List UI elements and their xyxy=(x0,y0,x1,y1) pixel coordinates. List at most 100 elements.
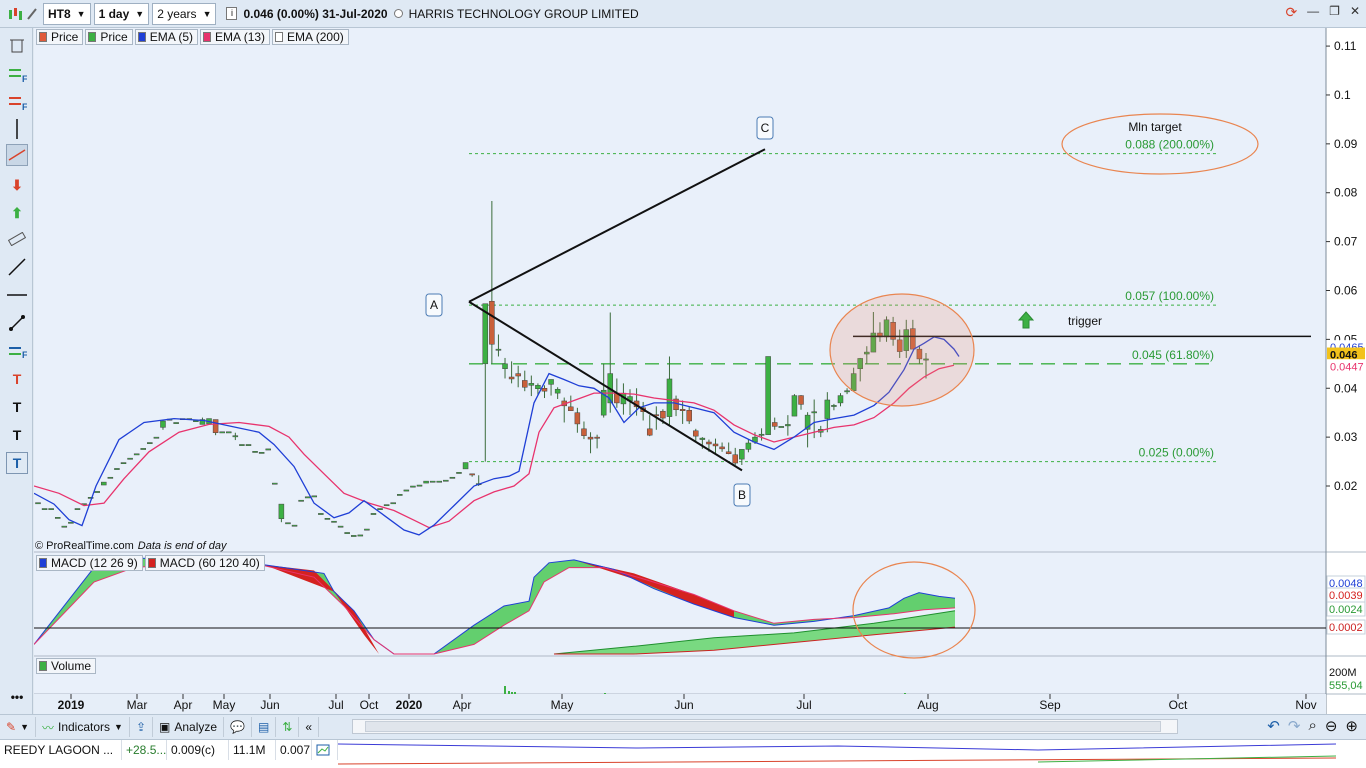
legend-label: EMA (13) xyxy=(215,30,266,44)
share-button[interactable]: ⇪ xyxy=(130,717,154,737)
minimize-icon[interactable]: — xyxy=(1307,4,1319,21)
chart-scrollbar[interactable] xyxy=(352,719,1178,734)
x-tick-label: Nov xyxy=(1295,698,1316,712)
scroll-left-button[interactable]: « xyxy=(299,717,320,737)
legend-swatch xyxy=(137,32,146,42)
more-tools-icon[interactable]: ••• xyxy=(6,686,28,708)
buy-arrow-icon[interactable]: ⬆ xyxy=(6,202,28,224)
line-icon[interactable] xyxy=(6,256,28,278)
fib-green-icon[interactable]: F xyxy=(6,64,28,86)
restore-icon[interactable]: ❐ xyxy=(1329,4,1340,21)
legend-label: Price xyxy=(100,30,128,44)
compare-button[interactable]: ⇅ xyxy=(276,717,300,737)
close-icon[interactable]: ✕ xyxy=(1350,4,1360,21)
candle-body xyxy=(226,431,232,434)
draw-menu-button[interactable]: ✎ ▼ xyxy=(0,717,36,737)
legend-volume[interactable]: Volume xyxy=(36,658,97,674)
volume-bar xyxy=(511,692,513,694)
candle-body xyxy=(436,480,442,483)
zoom-out-icon[interactable]: ⊖ xyxy=(1325,717,1338,735)
ticker-select[interactable]: HT8 ▼ xyxy=(43,2,91,25)
undo-icon[interactable]: ↶ xyxy=(1267,717,1280,735)
candle-body xyxy=(594,436,600,439)
watchlist-name[interactable]: REEDY LAGOON ... xyxy=(0,740,122,760)
bottom-toolbar: ✎ ▼ 〰 Indicators ▼ ⇪ ▣ Analyze 💬 ▤ ⇅ « ↶ ↷ ⌕… xyxy=(0,714,1366,739)
y-tick-label: 0.1 xyxy=(1334,88,1351,102)
quote-text: 0.046 (0.00%) 31-Jul-2020 xyxy=(243,6,388,21)
zoom-in-icon[interactable]: ⊕ xyxy=(1345,717,1358,735)
chart-type-icon[interactable] xyxy=(4,3,26,25)
copyright-note: © ProRealTime.com Data is end of day xyxy=(35,540,226,552)
compare-icon: ⇅ xyxy=(282,720,293,734)
chart-panel[interactable]: 0.11 0.1 0.09 0.08 0.07 0.06 0.05 0.04 0.03 0.02 0… xyxy=(33,28,1366,714)
legend-macd-fast[interactable]: MACD (12 26 9) xyxy=(36,555,143,571)
text-box-icon[interactable]: T xyxy=(6,452,28,474)
candle-body xyxy=(699,437,706,440)
screener-icon: ▤ xyxy=(258,720,270,734)
redo-icon[interactable]: ↷ xyxy=(1288,717,1301,735)
scrollbar-thumb[interactable] xyxy=(365,721,1161,732)
candle-body xyxy=(298,499,304,502)
candle-body xyxy=(54,517,61,519)
candle-body xyxy=(74,508,81,510)
candle-body xyxy=(272,482,278,485)
label-c: C xyxy=(761,121,770,135)
analyze-button[interactable]: ▣ Analyze xyxy=(153,717,225,737)
fib-level-label: 0.057 (100.00%) xyxy=(1125,289,1214,303)
candle-body xyxy=(732,454,738,464)
x-tick-label: May xyxy=(551,698,574,712)
zoom-fit-icon[interactable]: ⌕ xyxy=(1308,717,1316,735)
ruler-icon[interactable] xyxy=(6,228,28,250)
trendline-tool-icon[interactable] xyxy=(6,144,28,166)
mini-chart xyxy=(337,740,1366,768)
candle-body xyxy=(127,457,133,460)
legend-price-green[interactable]: Price xyxy=(85,29,133,45)
candle-body xyxy=(739,449,745,460)
legend-swatch xyxy=(39,661,47,671)
legend-ema13[interactable]: EMA (13) xyxy=(200,29,271,45)
trash-icon[interactable] xyxy=(6,34,28,56)
fib-level-label: 0.025 (0.00%) xyxy=(1139,446,1214,460)
candle-body xyxy=(443,479,449,482)
chart-canvas[interactable]: 0.110.10.090.080.070.060.050.040.030.020… xyxy=(33,28,1366,714)
legend-ema200[interactable]: EMA (200) xyxy=(272,29,349,45)
candle-body xyxy=(258,452,265,454)
legend-swatch xyxy=(39,32,47,42)
y-tick-label: 0.02 xyxy=(1334,479,1358,493)
drawing-toolbar: F F ⬇ ⬆ F T T T T ••• xyxy=(0,28,33,714)
vertical-line-icon[interactable] xyxy=(6,118,28,140)
candle-body xyxy=(535,385,541,389)
refresh-icon[interactable]: ⟳ xyxy=(1285,4,1297,21)
alerts-button[interactable]: 💬 xyxy=(224,717,253,737)
interval-select[interactable]: 1 day ▼ xyxy=(93,2,150,25)
text-icon[interactable]: T xyxy=(6,396,28,418)
horizontal-line-icon[interactable] xyxy=(6,284,28,306)
info-icon[interactable]: i xyxy=(226,7,238,20)
link-icon[interactable] xyxy=(26,3,40,25)
legend-macd-slow[interactable]: MACD (60 120 40) xyxy=(144,555,265,571)
legend-price-red[interactable]: Price xyxy=(36,29,84,45)
candle-body xyxy=(679,409,686,411)
candle-body xyxy=(765,356,771,435)
fib-red-icon[interactable]: F xyxy=(6,92,28,114)
radio-icon[interactable] xyxy=(393,9,403,18)
volume-bar xyxy=(604,693,606,694)
candle-body xyxy=(140,448,146,450)
legend-ema5[interactable]: EMA (5) xyxy=(134,29,199,45)
candle-body xyxy=(364,528,370,531)
candle-body xyxy=(745,442,752,450)
mini-chart-icon[interactable] xyxy=(312,740,338,760)
screener-button[interactable]: ▤ xyxy=(252,717,277,737)
text-red-icon[interactable]: T xyxy=(6,368,28,390)
label-a: A xyxy=(430,298,438,312)
fib-fan-icon[interactable]: F xyxy=(6,340,28,362)
candle-body xyxy=(712,443,719,447)
period-label: 2 years xyxy=(157,6,197,21)
candle-body xyxy=(311,495,318,498)
text-bold-icon[interactable]: T xyxy=(6,424,28,446)
segment-icon[interactable] xyxy=(6,312,28,334)
period-select[interactable]: 2 years ▼ xyxy=(152,2,217,25)
candle-body xyxy=(153,436,160,439)
indicators-button[interactable]: 〰 Indicators ▼ xyxy=(36,717,130,737)
sell-arrow-icon[interactable]: ⬇ xyxy=(6,174,28,196)
